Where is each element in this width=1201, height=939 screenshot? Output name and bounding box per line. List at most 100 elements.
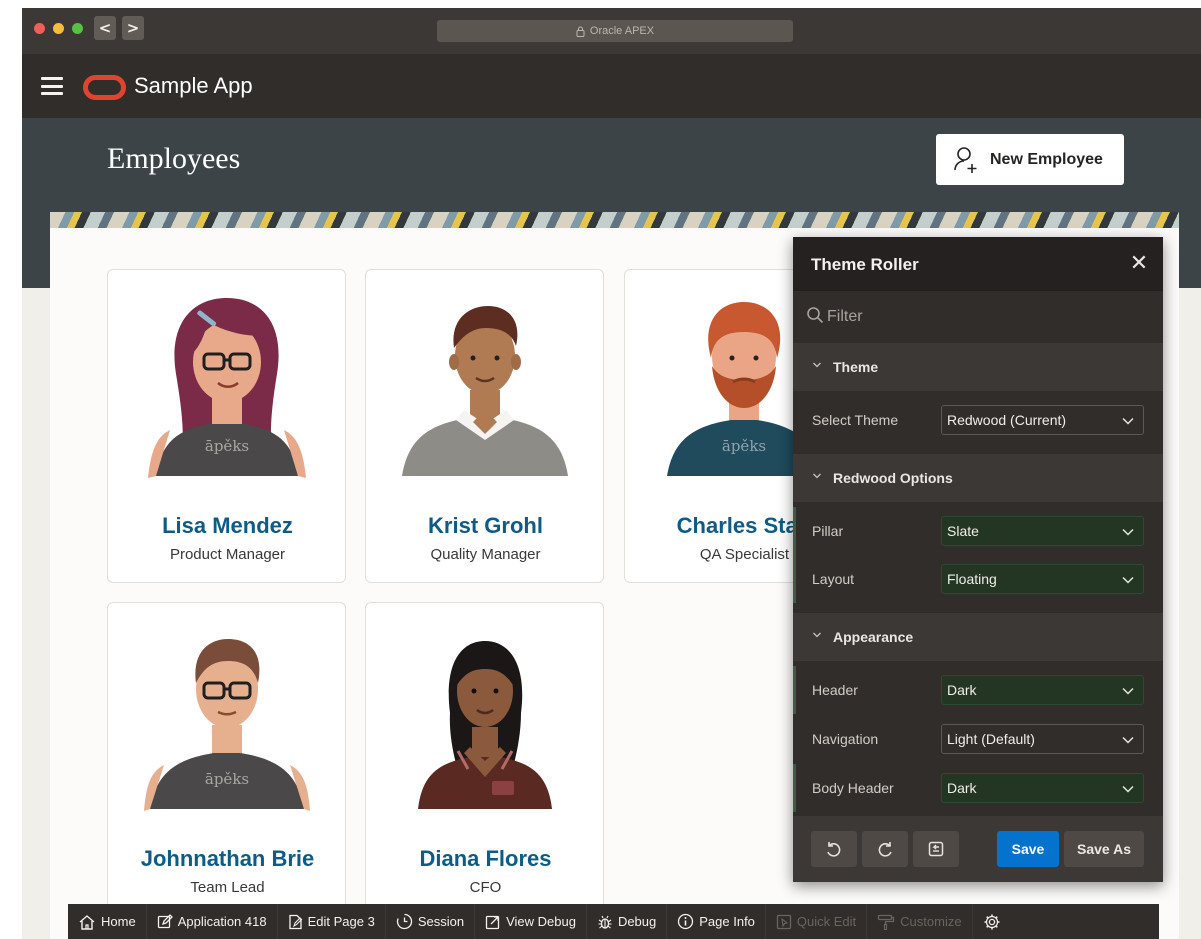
developer-toolbar: Home Application 418 Edit Page 3 Session… — [68, 904, 1159, 939]
chevron-down-icon — [813, 632, 821, 638]
section-appearance[interactable]: Appearance — [793, 613, 1163, 661]
select-theme-row: Select Theme Redwood (Current) — [793, 396, 1163, 444]
chevron-down-icon — [1122, 528, 1134, 536]
layout-dropdown[interactable]: Floating — [941, 564, 1144, 594]
address-bar[interactable]: Oracle APEX — [437, 20, 793, 42]
page-title: Employees — [107, 142, 241, 175]
browser-back-button[interactable]: < — [94, 16, 116, 40]
body-header-dropdown[interactable]: Dark — [941, 773, 1144, 803]
lock-icon — [576, 26, 585, 37]
reset-icon — [928, 841, 944, 857]
browser-top-edge — [0, 0, 1201, 8]
navigation-value: Light (Default) — [947, 731, 1035, 747]
apeks-shirt-logo: āpěks — [205, 770, 249, 788]
close-icon[interactable]: ✕ — [1129, 253, 1149, 275]
theme-roller-footer: Save Save As — [793, 816, 1163, 882]
chevron-down-icon — [813, 362, 821, 368]
apeks-shirt-logo: āpěks — [205, 437, 249, 455]
window-controls — [34, 23, 83, 34]
header-row: Header Dark — [793, 666, 1163, 714]
dev-home-button[interactable]: Home — [68, 904, 147, 939]
chevron-down-icon — [813, 473, 821, 479]
dev-application-button[interactable]: Application 418 — [147, 904, 278, 939]
new-employee-label: New Employee — [990, 150, 1103, 168]
employee-card[interactable]: Krist Grohl Quality Manager — [365, 269, 604, 583]
dev-application-label: Application 418 — [177, 914, 267, 929]
paint-roller-icon — [878, 914, 895, 930]
search-icon — [807, 307, 824, 324]
pillar-dropdown[interactable]: Slate — [941, 516, 1144, 546]
theme-roller-panel: Theme Roller ✕ Theme Select Theme Redwoo… — [793, 237, 1163, 882]
dev-session-label: Session — [417, 914, 465, 929]
layout-row: Layout Floating — [793, 555, 1163, 603]
undo-button[interactable] — [811, 831, 857, 867]
employee-name[interactable]: Johnnathan Brie — [108, 846, 345, 872]
dev-edit-page-label: Edit Page 3 — [307, 914, 375, 929]
new-employee-button[interactable]: New Employee — [936, 134, 1124, 185]
section-theme[interactable]: Theme — [793, 343, 1163, 391]
section-redwood-options[interactable]: Redwood Options — [793, 454, 1163, 502]
navigation-dropdown[interactable]: Light (Default) — [941, 724, 1144, 754]
reset-button[interactable] — [913, 831, 959, 867]
chevron-down-icon — [1122, 687, 1134, 695]
dev-session-button[interactable]: Session — [386, 904, 476, 939]
save-button[interactable]: Save — [997, 831, 1059, 867]
info-icon — [678, 913, 694, 930]
employee-card[interactable]: āpěks Johnnathan Brie Team Lead — [107, 602, 346, 916]
body-header-value: Dark — [947, 780, 977, 796]
external-link-icon — [485, 915, 500, 929]
employee-role: Quality Manager — [430, 546, 541, 563]
oracle-logo-icon[interactable] — [83, 75, 126, 100]
add-user-icon — [954, 146, 977, 173]
browser-chrome: < > Oracle APEX — [0, 0, 1201, 54]
chevron-down-icon — [1122, 736, 1134, 744]
chevron-down-icon — [1122, 417, 1134, 425]
dev-debug-button[interactable]: Debug — [587, 904, 668, 939]
man-glasses-avatar-icon: āpěks — [144, 639, 310, 811]
employee-card[interactable]: Diana Flores CFO — [365, 602, 604, 916]
header-dropdown[interactable]: Dark — [941, 675, 1144, 705]
navigation-row: Navigation Light (Default) — [793, 715, 1163, 763]
hamburger-menu-icon[interactable] — [41, 77, 63, 95]
redo-icon — [878, 842, 892, 857]
navigation-label: Navigation — [812, 731, 879, 747]
dev-settings-button[interactable] — [973, 904, 1011, 939]
edit-page-icon — [288, 914, 302, 929]
redo-button[interactable] — [862, 831, 908, 867]
save-as-button[interactable]: Save As — [1064, 831, 1144, 867]
zoom-window-dot[interactable] — [72, 23, 83, 34]
employee-name[interactable]: Diana Flores — [366, 846, 603, 872]
pillar-label: Pillar — [812, 523, 844, 539]
employee-role: CFO — [469, 879, 502, 896]
chevron-down-icon — [1122, 785, 1134, 793]
dev-page-info-button[interactable]: Page Info — [667, 904, 766, 939]
woman-uniform-avatar-icon — [418, 641, 552, 809]
close-window-dot[interactable] — [34, 23, 45, 34]
select-theme-dropdown[interactable]: Redwood (Current) — [941, 405, 1144, 435]
employee-role: Team Lead — [190, 879, 265, 896]
dev-view-debug-label: View Debug — [506, 914, 576, 929]
layout-value: Floating — [947, 571, 997, 587]
dev-quick-edit-label: Quick Edit — [796, 914, 857, 929]
minimize-window-dot[interactable] — [53, 23, 64, 34]
app-title[interactable]: Sample App — [134, 73, 253, 99]
section-label: Appearance — [833, 629, 914, 645]
employee-name[interactable]: Lisa Mendez — [108, 513, 345, 539]
browser-forward-button[interactable]: > — [122, 16, 144, 40]
home-icon — [79, 914, 95, 930]
dev-edit-page-button[interactable]: Edit Page 3 — [278, 904, 386, 939]
dev-quick-edit-button[interactable]: Quick Edit — [766, 904, 868, 939]
theme-roller-title: Theme Roller — [811, 255, 919, 274]
body-header-row: Body Header Dark — [793, 764, 1163, 812]
dev-customize-button[interactable]: Customize — [867, 904, 973, 939]
employee-role: Product Manager — [169, 546, 286, 563]
employee-name[interactable]: Krist Grohl — [366, 513, 603, 539]
window-left-frame — [0, 8, 22, 939]
employee-card[interactable]: āpěks Lisa Mendez Product Manager — [107, 269, 346, 583]
woman-glasses-avatar-icon: āpěks — [148, 298, 306, 478]
theme-roller-header[interactable]: Theme Roller ✕ — [793, 237, 1163, 291]
dev-page-info-label: Page Info — [699, 914, 755, 929]
chevron-down-icon — [1122, 576, 1134, 584]
filter-input[interactable] — [827, 303, 1127, 331]
dev-view-debug-button[interactable]: View Debug — [475, 904, 587, 939]
